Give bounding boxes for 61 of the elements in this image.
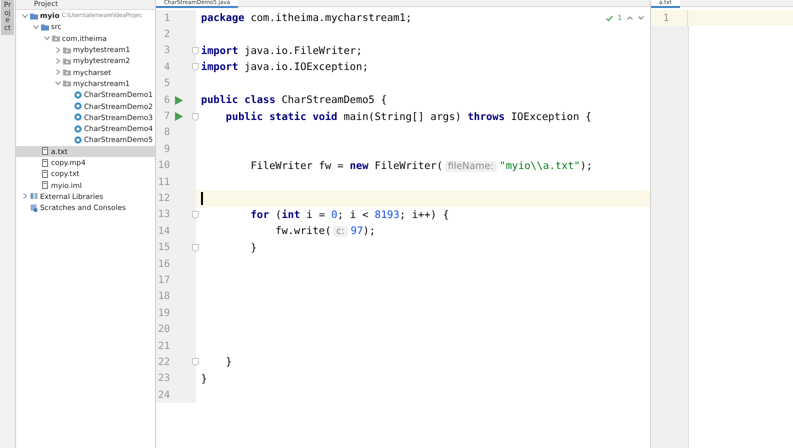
- code-line: public static void main(String[] args) throws IOException {: [224, 110, 592, 123]
- chevron-icon[interactable]: [33, 24, 39, 30]
- package-icon: [63, 46, 71, 54]
- line-number: 16: [156, 258, 170, 270]
- line-number: 24: [156, 390, 170, 401]
- file-icon: [41, 181, 49, 190]
- code-line: }: [201, 372, 208, 385]
- line-number: 18: [156, 291, 170, 302]
- code-line: public class CharStreamDemo5 {: [201, 94, 387, 106]
- line-number: 15: [156, 242, 170, 254]
- check-icon[interactable]: [606, 14, 613, 22]
- package-icon: [52, 34, 60, 42]
- code-line: FileWriter fw = new FileWriter( fileName: "myio\\a.txt");: [250, 160, 593, 172]
- code-line: }: [250, 242, 257, 254]
- line-number: 19: [156, 308, 170, 319]
- line-number: 22: [156, 356, 170, 368]
- line-number: 5: [162, 78, 170, 90]
- line-number: 4: [162, 62, 170, 73]
- text-caret: [201, 192, 202, 205]
- package-icon: [63, 79, 71, 88]
- chevron-down-icon[interactable]: [638, 16, 644, 20]
- line-number: 1: [162, 12, 170, 24]
- line-number: 6: [162, 94, 170, 106]
- code-line: import java.io.FileWriter;: [201, 44, 362, 57]
- code-line: }: [224, 356, 232, 368]
- code-line: import java.io.IOException;: [201, 61, 368, 74]
- package-icon: [63, 56, 71, 65]
- run-icon[interactable]: [175, 96, 183, 105]
- line-number: 10: [156, 160, 170, 172]
- line-number: 8: [162, 127, 170, 138]
- line-number: 20: [156, 324, 170, 336]
- file-icon: [41, 147, 49, 156]
- line-number: 17: [156, 274, 170, 286]
- chevron-icon[interactable]: [22, 193, 28, 200]
- scratch-icon: [30, 204, 38, 212]
- run-icon[interactable]: [175, 112, 183, 122]
- code-line: for (int i = 0; i < 8193; i++) {: [250, 208, 450, 221]
- line-number: 11: [156, 176, 170, 188]
- code-line: package com.itheima.mycharstream1;: [201, 12, 412, 24]
- chevron-icon[interactable]: [55, 58, 61, 64]
- line-number: 13: [156, 209, 170, 220]
- line-number: 21: [156, 340, 170, 352]
- chevron-up-icon[interactable]: [627, 16, 633, 20]
- line-number: 9: [162, 144, 170, 155]
- chevron-icon[interactable]: [55, 46, 61, 53]
- chevron-icon[interactable]: [55, 80, 61, 86]
- library-icon: [30, 192, 38, 200]
- line-number: 23: [156, 373, 170, 384]
- line-number: 3: [162, 45, 170, 56]
- line-number: 7: [162, 111, 170, 122]
- file-icon: [41, 158, 49, 166]
- line-number: 2: [162, 29, 170, 40]
- package-icon: [63, 68, 71, 76]
- chevron-icon[interactable]: [22, 12, 28, 19]
- line-number: 12: [156, 192, 170, 204]
- code-line: fw.write( c: 97);: [274, 225, 376, 238]
- chevron-icon[interactable]: [55, 69, 61, 76]
- line-number: 14: [156, 226, 170, 237]
- line-number: 1: [662, 12, 669, 24]
- chevron-icon[interactable]: [44, 35, 50, 42]
- file-icon: [41, 170, 49, 178]
